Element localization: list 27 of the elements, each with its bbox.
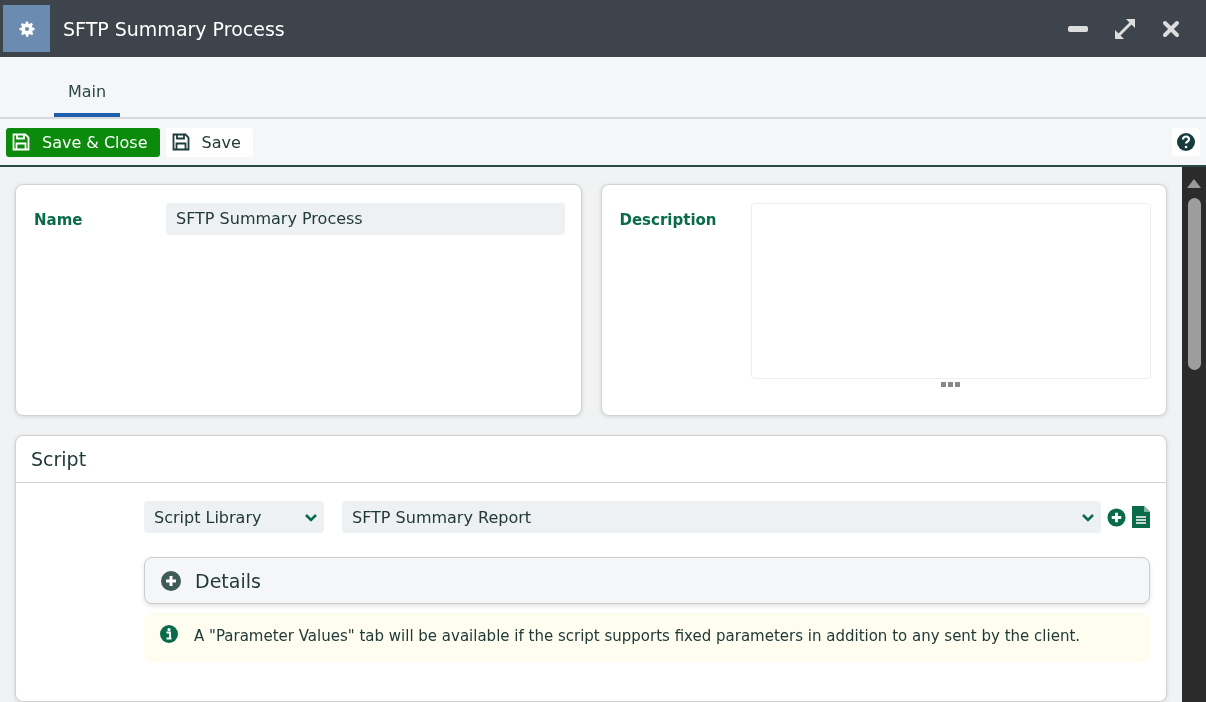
scroll-thumb[interactable]: [1187, 198, 1201, 370]
add-icon[interactable]: [1107, 507, 1126, 527]
chevron-down-icon: [1081, 512, 1095, 522]
help-icon[interactable]: [1172, 128, 1200, 156]
chevron-down-icon: [304, 512, 318, 522]
expand-icon: [161, 570, 181, 591]
document-icon[interactable]: [1132, 506, 1150, 528]
save-button[interactable]: Save: [165, 127, 253, 157]
name-input[interactable]: SFTP Summary Process: [166, 203, 565, 235]
minimize-icon[interactable]: [1068, 25, 1088, 32]
source-dropdown[interactable]: Script Library: [144, 501, 324, 533]
scroll-up-icon[interactable]: [1187, 179, 1201, 188]
save-close-button[interactable]: Save & Close: [6, 127, 160, 157]
info-text: A "Parameter Values" tab will be available if the script supports fixed parameters in addition to any sent by the client.: [194, 626, 1081, 647]
scrollbar[interactable]: [1182, 167, 1206, 702]
field-label: Description: [619, 210, 718, 231]
resize-grip-icon[interactable]: [940, 382, 961, 387]
details-panel[interactable]: Details: [144, 557, 1150, 604]
section-title: Script: [16, 436, 1166, 483]
window-title: SFTP Summary Process: [63, 17, 286, 40]
details-label: Details: [195, 569, 261, 592]
maximize-icon[interactable]: [1114, 17, 1136, 40]
gear-icon: [3, 5, 50, 52]
script-dropdown[interactable]: SFTP Summary Report: [342, 501, 1101, 533]
close-icon[interactable]: [1162, 19, 1180, 38]
field-label: Name: [34, 210, 84, 231]
info-icon: [160, 625, 178, 643]
